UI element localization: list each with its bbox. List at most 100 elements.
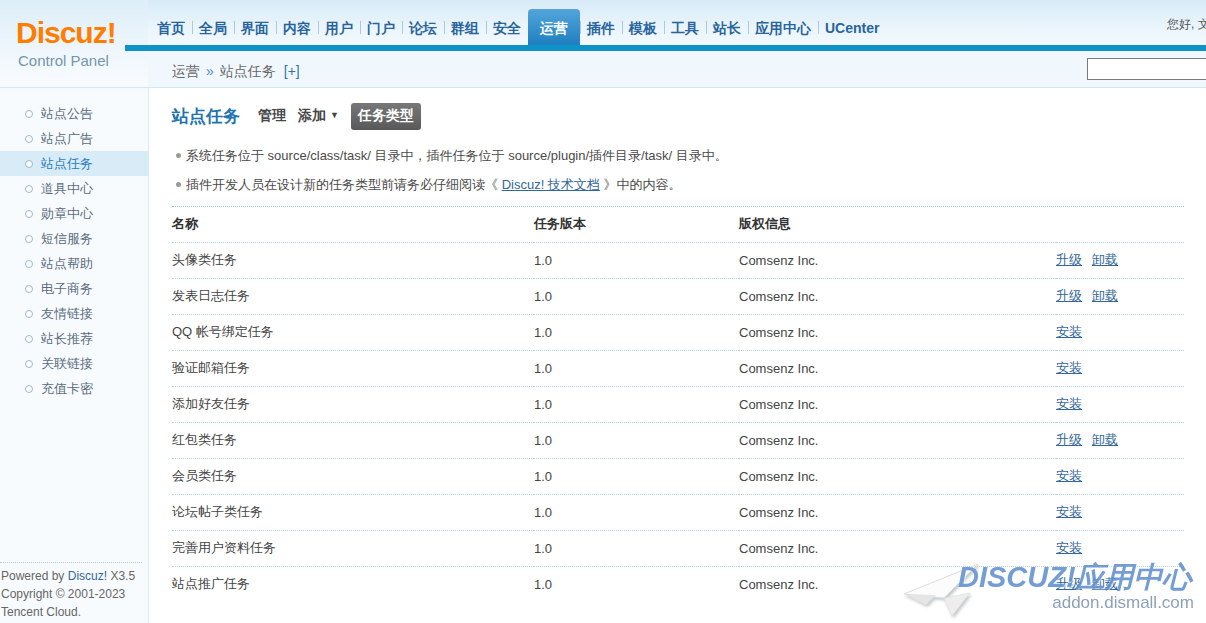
page-title: 站点任务 [172,105,240,128]
action-link-升级[interactable]: 升级 [1056,432,1082,447]
task-copyright[interactable]: Comsenz Inc. [739,314,1056,350]
sidebar-item-站点任务[interactable]: 站点任务 [0,151,148,176]
task-actions: 安装 [1056,386,1184,422]
sidebar-item-站点广告[interactable]: 站点广告 [0,126,148,151]
task-name: 红包类任务 [172,422,534,458]
action-link-安装[interactable]: 安装 [1056,324,1082,339]
nav-underline-bar [125,45,1206,51]
task-copyright[interactable]: Comsenz Inc. [739,530,1056,566]
table-row: 完善用户资料任务1.0Comsenz Inc.安装 [172,530,1184,566]
task-copyright[interactable]: Comsenz Inc. [739,422,1056,458]
nav-item-工具[interactable]: 工具 [664,18,706,45]
sidebar-item-短信服务[interactable]: 短信服务 [0,226,148,251]
logo-panel: Discuz! Control Panel [0,0,148,88]
task-copyright[interactable]: Comsenz Inc. [739,350,1056,386]
add-tab[interactable]: 添加▼ [298,107,339,125]
sidebar-list: 站点公告站点广告站点任务道具中心勋章中心短信服务站点帮助电子商务友情链接站长推荐… [0,88,148,401]
task-name: 验证邮箱任务 [172,350,534,386]
action-link-卸载[interactable]: 卸载 [1092,252,1118,267]
action-link-安装[interactable]: 安装 [1056,396,1082,411]
sidebar-item-站长推荐[interactable]: 站长推荐 [0,326,148,351]
sidebar-item-关联链接[interactable]: 关联链接 [0,351,148,376]
powered-line: Powered by Discuz! X3.5 [1,567,142,585]
task-name: 发表日志任务 [172,278,534,314]
table-row: 发表日志任务1.0Comsenz Inc.升级卸载 [172,278,1184,314]
nav-item-论坛[interactable]: 论坛 [402,18,444,45]
task-copyright[interactable]: Comsenz Inc. [739,494,1056,530]
sidebar-item-电子商务[interactable]: 电子商务 [0,276,148,301]
nav-item-内容[interactable]: 内容 [276,18,318,45]
nav-item-安全[interactable]: 安全 [486,18,528,45]
column-header: 名称 [172,207,534,242]
task-version: 1.0 [534,566,739,602]
action-link-升级[interactable]: 升级 [1056,576,1082,591]
sidebar-item-道具中心[interactable]: 道具中心 [0,176,148,201]
sidebar-item-站点公告[interactable]: 站点公告 [0,101,148,126]
task-copyright[interactable]: Comsenz Inc. [739,458,1056,494]
sidebar-item-站点帮助[interactable]: 站点帮助 [0,251,148,276]
caret-down-icon: ▼ [330,110,339,120]
table-row: 会员类任务1.0Comsenz Inc.安装 [172,458,1184,494]
nav-item-全局[interactable]: 全局 [192,18,234,45]
search-input[interactable] [1087,58,1206,80]
task-version: 1.0 [534,494,739,530]
action-link-升级[interactable]: 升级 [1056,252,1082,267]
action-link-安装[interactable]: 安装 [1056,360,1082,375]
action-link-升级[interactable]: 升级 [1056,288,1082,303]
discuz-link[interactable]: Discuz! [68,569,107,583]
discuz-admin-page: Discuz! Control Panel 首页全局界面内容用户门户论坛群组安全… [0,0,1206,623]
task-actions: 升级卸载 [1056,242,1184,278]
sidebar-item-友情链接[interactable]: 友情链接 [0,301,148,326]
sidebar-item-勋章中心[interactable]: 勋章中心 [0,201,148,226]
column-header: 版权信息 [739,207,1056,242]
breadcrumb-expand[interactable]: [+] [284,63,300,79]
nav-item-应用中心[interactable]: 应用中心 [748,18,818,45]
task-table-head-row: 名称任务版本版权信息 [172,207,1184,242]
task-copyright[interactable]: Comsenz Inc. [739,278,1056,314]
sidebar-item-充值卡密[interactable]: 充值卡密 [0,376,148,401]
manage-tab[interactable]: 管理 [258,107,286,125]
nav-item-门户[interactable]: 门户 [360,18,402,45]
action-link-卸载[interactable]: 卸载 [1092,576,1118,591]
action-link-卸载[interactable]: 卸载 [1092,432,1118,447]
nav-item-首页[interactable]: 首页 [150,18,192,45]
breadcrumb-section[interactable]: 运营 [172,63,200,79]
task-actions: 安装 [1056,530,1184,566]
task-actions: 升级卸载 [1056,278,1184,314]
task-actions: 安装 [1056,458,1184,494]
breadcrumb-separator: » [200,63,220,79]
task-version: 1.0 [534,422,739,458]
nav-item-用户[interactable]: 用户 [318,18,360,45]
table-row: QQ 帐号绑定任务1.0Comsenz Inc.安装 [172,314,1184,350]
nav-item-站长[interactable]: 站长 [706,18,748,45]
main-nav: 首页全局界面内容用户门户论坛群组安全运营插件模板工具站长应用中心UCenter [150,0,886,45]
company-line: Tencent Cloud. [1,603,142,621]
tech-doc-link[interactable]: Discuz! 技术文档 [502,177,600,192]
note-item: 插件开发人员在设计新的任务类型前请务必仔细阅读《 Discuz! 技术文档 》中… [172,170,1184,199]
task-copyright[interactable]: Comsenz Inc. [739,242,1056,278]
task-name: 论坛帖子类任务 [172,494,534,530]
task-version: 1.0 [534,530,739,566]
table-row: 论坛帖子类任务1.0Comsenz Inc.安装 [172,494,1184,530]
task-type-tab[interactable]: 任务类型 [351,103,421,130]
task-actions: 安装 [1056,494,1184,530]
column-header [1056,207,1184,242]
nav-item-插件[interactable]: 插件 [580,18,622,45]
nav-item-UCenter[interactable]: UCenter [818,18,886,45]
action-link-安装[interactable]: 安装 [1056,504,1082,519]
task-copyright[interactable]: Comsenz Inc. [739,386,1056,422]
task-table: 名称任务版本版权信息 头像类任务1.0Comsenz Inc.升级卸载发表日志任… [172,207,1184,602]
nav-item-界面[interactable]: 界面 [234,18,276,45]
action-link-卸载[interactable]: 卸载 [1092,288,1118,303]
nav-item-群组[interactable]: 群组 [444,18,486,45]
task-version: 1.0 [534,350,739,386]
action-link-安装[interactable]: 安装 [1056,540,1082,555]
task-name: 完善用户资料任务 [172,530,534,566]
action-link-安装[interactable]: 安装 [1056,468,1082,483]
breadcrumb-page: 站点任务 [220,63,276,79]
sidebar-footer: Powered by Discuz! X3.5 Copyright © 2001… [0,562,142,621]
main-content: 站点任务 管理 添加▼ 任务类型 系统任务位于 source/class/tas… [150,88,1206,623]
nav-item-运营[interactable]: 运营 [528,9,580,45]
nav-item-模板[interactable]: 模板 [622,18,664,45]
task-copyright[interactable]: Comsenz Inc. [739,566,1056,602]
